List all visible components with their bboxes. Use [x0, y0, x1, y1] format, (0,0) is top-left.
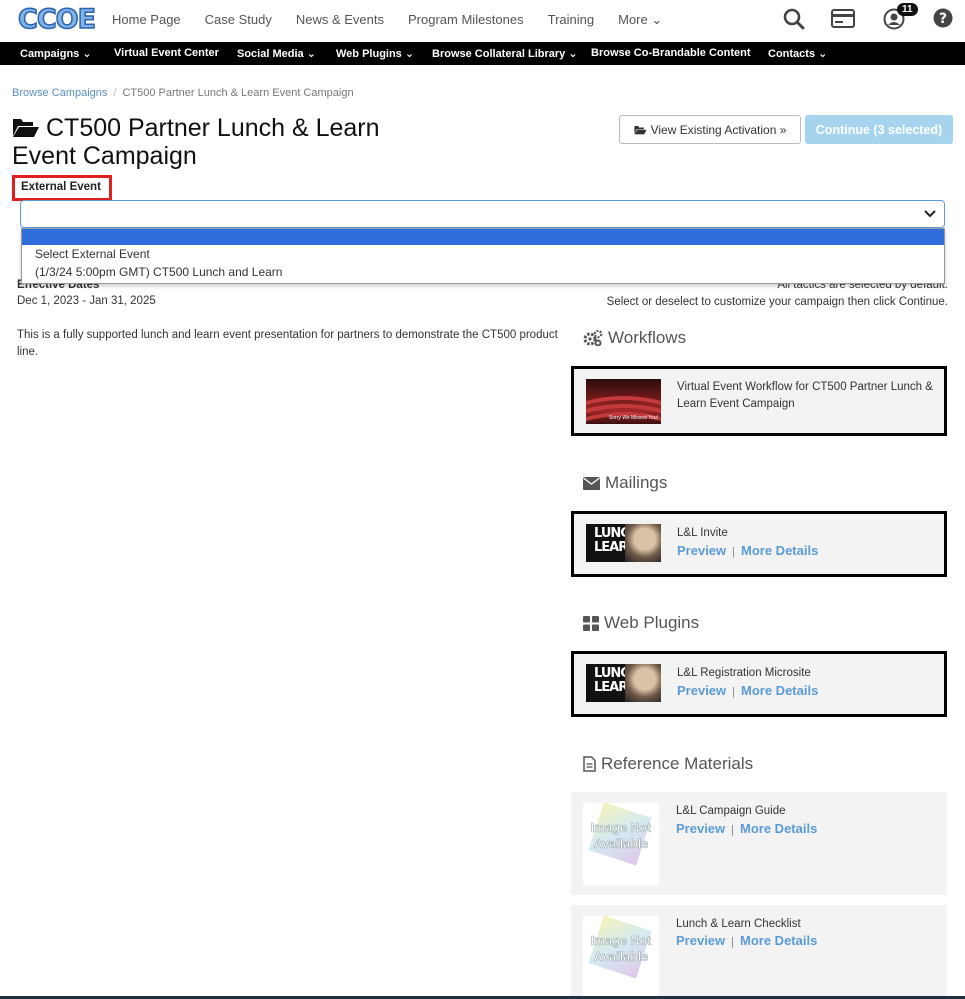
svg-text:?: ?: [939, 11, 947, 27]
nav-news-events[interactable]: News & Events: [296, 12, 384, 28]
nav-more[interactable]: More ⌄: [618, 12, 662, 28]
chevron-down-icon: ⌄: [306, 48, 316, 60]
nav-home-page[interactable]: Home Page: [112, 12, 181, 28]
reference-links: Preview | More Details: [676, 821, 818, 836]
workflows-heading: Workflows: [583, 328, 686, 348]
web-plugin-card[interactable]: LUNCH LEARN L&L Registration Microsite Pr…: [571, 651, 947, 717]
dropdown-highlight-option[interactable]: [22, 229, 944, 245]
nav-program-milestones[interactable]: Program Milestones: [408, 12, 524, 28]
grid-icon: [583, 615, 599, 631]
workflow-title: Virtual Event Workflow for CT500 Partner…: [677, 381, 933, 410]
lunch-learn-thumbnail: LUNCH LEARN: [586, 664, 661, 702]
top-nav-links: Home Page Case Study News & Events Progr…: [112, 12, 686, 28]
chevron-down-icon: ⌄: [568, 48, 578, 60]
menu-collateral-library[interactable]: Browse Collateral Library ⌄: [432, 47, 578, 60]
effective-dates-value: Dec 1, 2023 - Jan 31, 2025: [17, 295, 156, 307]
reference-title: Lunch & Learn Checklist: [676, 918, 801, 930]
image-not-available-thumbnail: Image Not Available: [583, 916, 659, 998]
help-icon[interactable]: ?: [933, 8, 953, 28]
continue-button[interactable]: Continue (3 selected): [805, 115, 953, 144]
reference-title: L&L Campaign Guide: [676, 805, 786, 817]
chevron-down-icon: ⌄: [651, 12, 663, 27]
external-event-select[interactable]: [20, 200, 945, 228]
reference-card[interactable]: Image Not Available Lunch & Learn Checkl…: [571, 905, 947, 999]
more-details-link[interactable]: More Details: [740, 933, 817, 948]
folder-open-icon: [634, 125, 647, 134]
more-details-link[interactable]: More Details: [740, 821, 817, 836]
account-menu[interactable]: 11: [883, 3, 918, 35]
envelope-icon: [583, 476, 600, 490]
mailing-links: Preview | More Details: [677, 543, 819, 558]
web-plugin-title: L&L Registration Microsite: [677, 667, 811, 679]
campaign-description: This is a fully supported lunch and lear…: [17, 329, 558, 358]
preview-link[interactable]: Preview: [676, 821, 725, 836]
breadcrumb-current: CT500 Partner Lunch & Learn Event Campai…: [122, 87, 354, 99]
dropdown-option[interactable]: Select External Event: [22, 245, 944, 264]
breadcrumb: Browse Campaigns / CT500 Partner Lunch & L…: [12, 87, 354, 99]
preview-link[interactable]: Preview: [676, 933, 725, 948]
image-not-available-thumbnail: Image Not Available: [583, 803, 659, 885]
menu-contacts[interactable]: Contacts ⌄: [768, 47, 827, 60]
lunch-learn-thumbnail: LUNCH LEARN: [586, 524, 661, 562]
nav-training[interactable]: Training: [548, 12, 594, 28]
site-logo[interactable]: CCOE: [17, 3, 97, 36]
external-event-dropdown: Select External Event (1/3/24 5:00pm GMT…: [21, 228, 945, 284]
document-icon: [583, 756, 596, 772]
reference-materials-heading: Reference Materials: [583, 754, 753, 774]
menu-web-plugins[interactable]: Web Plugins ⌄: [336, 47, 414, 60]
more-details-link[interactable]: More Details: [741, 543, 818, 558]
chevron-down-icon: ⌄: [82, 48, 92, 60]
gears-icon: [583, 330, 603, 346]
mailing-title: L&L Invite: [677, 527, 728, 539]
more-details-link[interactable]: More Details: [741, 683, 818, 698]
thumb-caption: Sorry We Missed You!: [608, 415, 658, 421]
external-event-label: External Event: [12, 175, 112, 201]
preview-link[interactable]: Preview: [677, 683, 726, 698]
top-navbar: CCOE Home Page Case Study News & Events …: [0, 0, 965, 42]
web-plugins-heading: Web Plugins: [583, 613, 699, 633]
reference-card[interactable]: Image Not Available L&L Campaign Guide P…: [571, 792, 947, 895]
menu-campaigns[interactable]: Campaigns ⌄: [20, 47, 92, 60]
dropdown-option[interactable]: (1/3/24 5:00pm GMT) CT500 Lunch and Lear…: [22, 263, 944, 282]
mailing-card[interactable]: LUNCH LEARN L&L Invite Preview | More Detai…: [571, 511, 947, 577]
folder-open-icon: [13, 119, 39, 137]
mailings-heading: Mailings: [583, 473, 667, 493]
breadcrumb-browse-campaigns[interactable]: Browse Campaigns: [12, 87, 107, 99]
top-icons: 11 ?: [783, 3, 953, 35]
menu-social-media[interactable]: Social Media ⌄: [237, 47, 316, 60]
menu-co-brandable-content[interactable]: Browse Co-Brandable Content: [591, 47, 751, 59]
search-icon[interactable]: [783, 8, 805, 30]
reference-links: Preview | More Details: [676, 933, 818, 948]
chevron-down-icon: ⌄: [404, 48, 415, 60]
page-title: CT500 Partner Lunch & Learn Event Campai…: [12, 114, 380, 170]
chevron-down-icon: [924, 210, 936, 218]
chevron-down-icon: ⌄: [818, 48, 828, 60]
workflow-card[interactable]: Sorry We Missed You! Virtual Event Workf…: [571, 366, 947, 436]
nav-case-study[interactable]: Case Study: [205, 12, 272, 28]
main-menu-bar: Campaigns ⌄ Virtual Event Center Social …: [0, 42, 965, 65]
card-icon[interactable]: [831, 9, 855, 28]
preview-link[interactable]: Preview: [677, 543, 726, 558]
notification-badge: 11: [897, 3, 918, 16]
workflow-thumbnail: Sorry We Missed You!: [586, 379, 661, 424]
view-existing-activation-button[interactable]: View Existing Activation »: [619, 115, 801, 144]
menu-virtual-event-center[interactable]: Virtual Event Center: [114, 47, 219, 59]
web-plugin-links: Preview | More Details: [677, 683, 819, 698]
